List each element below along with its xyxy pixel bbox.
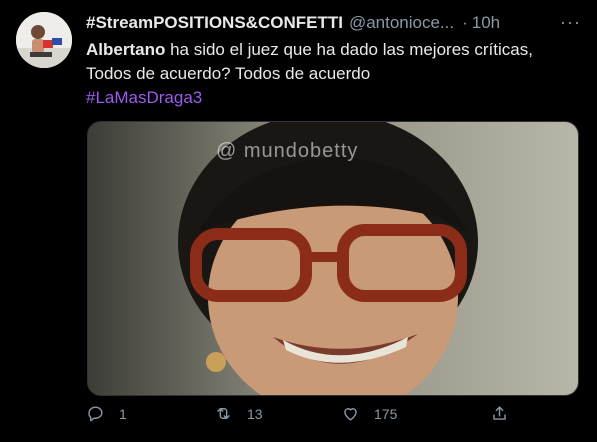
more-options-icon[interactable]: ··· xyxy=(560,12,581,33)
retweet-count: 13 xyxy=(247,405,263,422)
retweet-button[interactable]: 13 xyxy=(214,404,263,423)
tweet-media-image[interactable]: @ mundobetty xyxy=(87,121,579,396)
reply-count: 1 xyxy=(119,405,127,422)
tweet-text-line1: ha sido el juez que ha dado las mejores … xyxy=(165,40,533,59)
tweet-header: #StreamPOSITIONS&CONFETTI @antonioce... … xyxy=(86,12,581,34)
hashtag-link[interactable]: #LaMasDraga3 xyxy=(86,86,576,110)
like-button[interactable]: 175 xyxy=(341,404,397,423)
tweet-actions: 1 13 175 xyxy=(86,404,511,428)
share-button[interactable] xyxy=(490,404,523,423)
avatar-image xyxy=(16,12,72,68)
timestamp[interactable]: 10h xyxy=(472,13,500,33)
tweet[interactable]: #StreamPOSITIONS&CONFETTI @antonioce... … xyxy=(0,0,597,442)
retweet-icon xyxy=(217,408,230,419)
image-watermark: @ mundobetty xyxy=(216,140,359,162)
reply-button[interactable]: 1 xyxy=(86,404,127,423)
share-icon xyxy=(493,406,506,420)
user-handle[interactable]: @antonioce... xyxy=(349,13,454,33)
like-count: 175 xyxy=(374,405,398,422)
tweet-text: Albertano ha sido el juez que ha dado la… xyxy=(86,38,576,110)
heart-icon xyxy=(344,408,357,421)
mention-bold: Albertano xyxy=(86,40,166,59)
reply-icon xyxy=(88,406,103,422)
separator-dot: · xyxy=(462,13,468,32)
display-name[interactable]: #StreamPOSITIONS&CONFETTI xyxy=(86,13,343,33)
tweet-text-line2: Todos de acuerdo? Todos de acuerdo xyxy=(86,64,371,83)
avatar[interactable] xyxy=(16,12,72,68)
